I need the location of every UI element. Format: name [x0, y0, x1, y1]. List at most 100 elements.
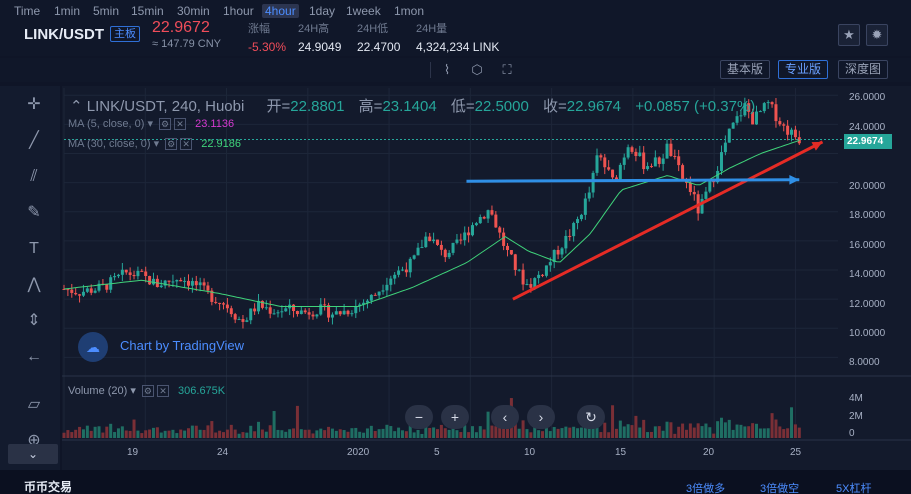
time-tick: 5 [434, 447, 440, 458]
volume-bar [253, 431, 257, 438]
candle-body [572, 223, 576, 237]
candle-body [245, 320, 249, 322]
volume-bar [319, 428, 323, 438]
candle-body [692, 191, 696, 195]
volume-bar [790, 407, 794, 438]
volume-bar [700, 426, 704, 438]
volume-bar [311, 433, 315, 438]
low-value: 22.5000 [474, 98, 529, 115]
candle-body [307, 312, 311, 315]
volume-bar [786, 428, 790, 438]
time-tick: 10 [524, 447, 536, 458]
volume-bar [482, 429, 486, 438]
candle-body [719, 152, 723, 171]
long-3x-button[interactable]: 3倍做多 [686, 480, 725, 494]
volume-bar [128, 430, 132, 438]
candle-body [653, 157, 657, 167]
close-icon[interactable]: ✕ [180, 138, 193, 151]
spot-trading-title[interactable]: 币币交易 [24, 478, 72, 494]
volume-bar [249, 425, 253, 438]
volume-bar [471, 426, 474, 438]
candle-body [124, 269, 128, 273]
volume-bar [751, 423, 755, 438]
candle-body [420, 247, 424, 249]
candle-body [299, 310, 303, 315]
settings-icon[interactable]: ⚙ [141, 385, 154, 398]
volume-bar [432, 427, 436, 438]
volume-bar [770, 413, 774, 438]
volume-bar [412, 432, 416, 438]
settings-icon[interactable]: ⚙ [159, 118, 172, 131]
close-icon[interactable]: ✕ [156, 385, 169, 398]
candle-body [198, 282, 202, 286]
candle-body [70, 289, 74, 293]
volume-bar [653, 426, 657, 438]
volume-bar [416, 429, 420, 438]
dropdown-icon[interactable]: ▾ [154, 138, 160, 150]
candle-body [334, 311, 338, 315]
candle-body [486, 210, 490, 219]
volume-bar [681, 423, 685, 438]
dropdown-icon[interactable]: ▾ [147, 118, 153, 130]
candle-body [509, 250, 513, 255]
candle-body [786, 125, 790, 135]
volume-bar [299, 429, 303, 438]
volume-bar [649, 431, 653, 438]
volume-bar [327, 426, 331, 438]
symbol-legend: ⌃ LINK/USDT, 240, Huobi 开=22.8801 高=23.1… [70, 95, 755, 116]
candle-body [412, 255, 416, 259]
candle-body [89, 288, 93, 293]
volume-bar [214, 432, 218, 438]
time-tick: 25 [790, 447, 802, 458]
volume-bar [120, 426, 124, 438]
volume-bar [435, 429, 439, 438]
volume-bar [599, 432, 603, 438]
volume-bar [447, 429, 451, 438]
volume-bar [727, 419, 731, 438]
volume-bar [762, 428, 766, 438]
candle-body [342, 310, 346, 315]
candle-body [708, 180, 712, 192]
volume-bar [272, 411, 276, 438]
close-icon[interactable]: ✕ [174, 118, 187, 131]
red-arrow-trendline [512, 140, 824, 301]
short-3x-button[interactable]: 3倍做空 [760, 480, 799, 494]
symbol-label: LINK/USDT, 240, Huobi [86, 98, 245, 115]
reset-button[interactable]: ↻ [577, 405, 605, 429]
candle-body [731, 122, 735, 129]
candle-body [770, 102, 774, 105]
time-tick: 24 [217, 447, 229, 458]
settings-icon[interactable]: ⚙ [165, 138, 178, 151]
zoom-in-button[interactable]: + [441, 405, 469, 429]
volume-bar [552, 427, 556, 438]
candle-body [295, 311, 299, 315]
candle-body [397, 270, 401, 275]
volume-bar [463, 425, 467, 438]
candle-body [354, 306, 358, 314]
zoom-out-button[interactable]: − [405, 405, 433, 429]
volume-bar [202, 429, 206, 438]
volume-bar [70, 432, 74, 438]
candle-body [428, 236, 432, 242]
volume-value: 306.675K [178, 385, 226, 397]
volume-bar [206, 425, 210, 438]
price-tick: 12.0000 [849, 299, 886, 310]
candle-body [338, 311, 342, 315]
collapse-legend-icon[interactable]: ⌃ [70, 98, 87, 115]
candle-body [525, 284, 529, 286]
volume-bar [284, 431, 288, 438]
candle-body [385, 284, 389, 291]
candle-body [599, 155, 603, 158]
candle-body [576, 219, 580, 224]
candle-body [471, 225, 474, 236]
scroll-right-button[interactable]: › [527, 405, 555, 429]
candle-body [206, 285, 210, 291]
volume-bar [443, 428, 447, 438]
volume-bar [704, 423, 708, 438]
volume-bar [105, 426, 109, 438]
dropdown-icon[interactable]: ▾ [130, 385, 136, 397]
margin-5x-button[interactable]: 5X杠杆 [836, 480, 871, 494]
candle-body [194, 281, 198, 286]
scroll-left-button[interactable]: ‹ [491, 405, 519, 429]
candle-body [432, 239, 436, 242]
